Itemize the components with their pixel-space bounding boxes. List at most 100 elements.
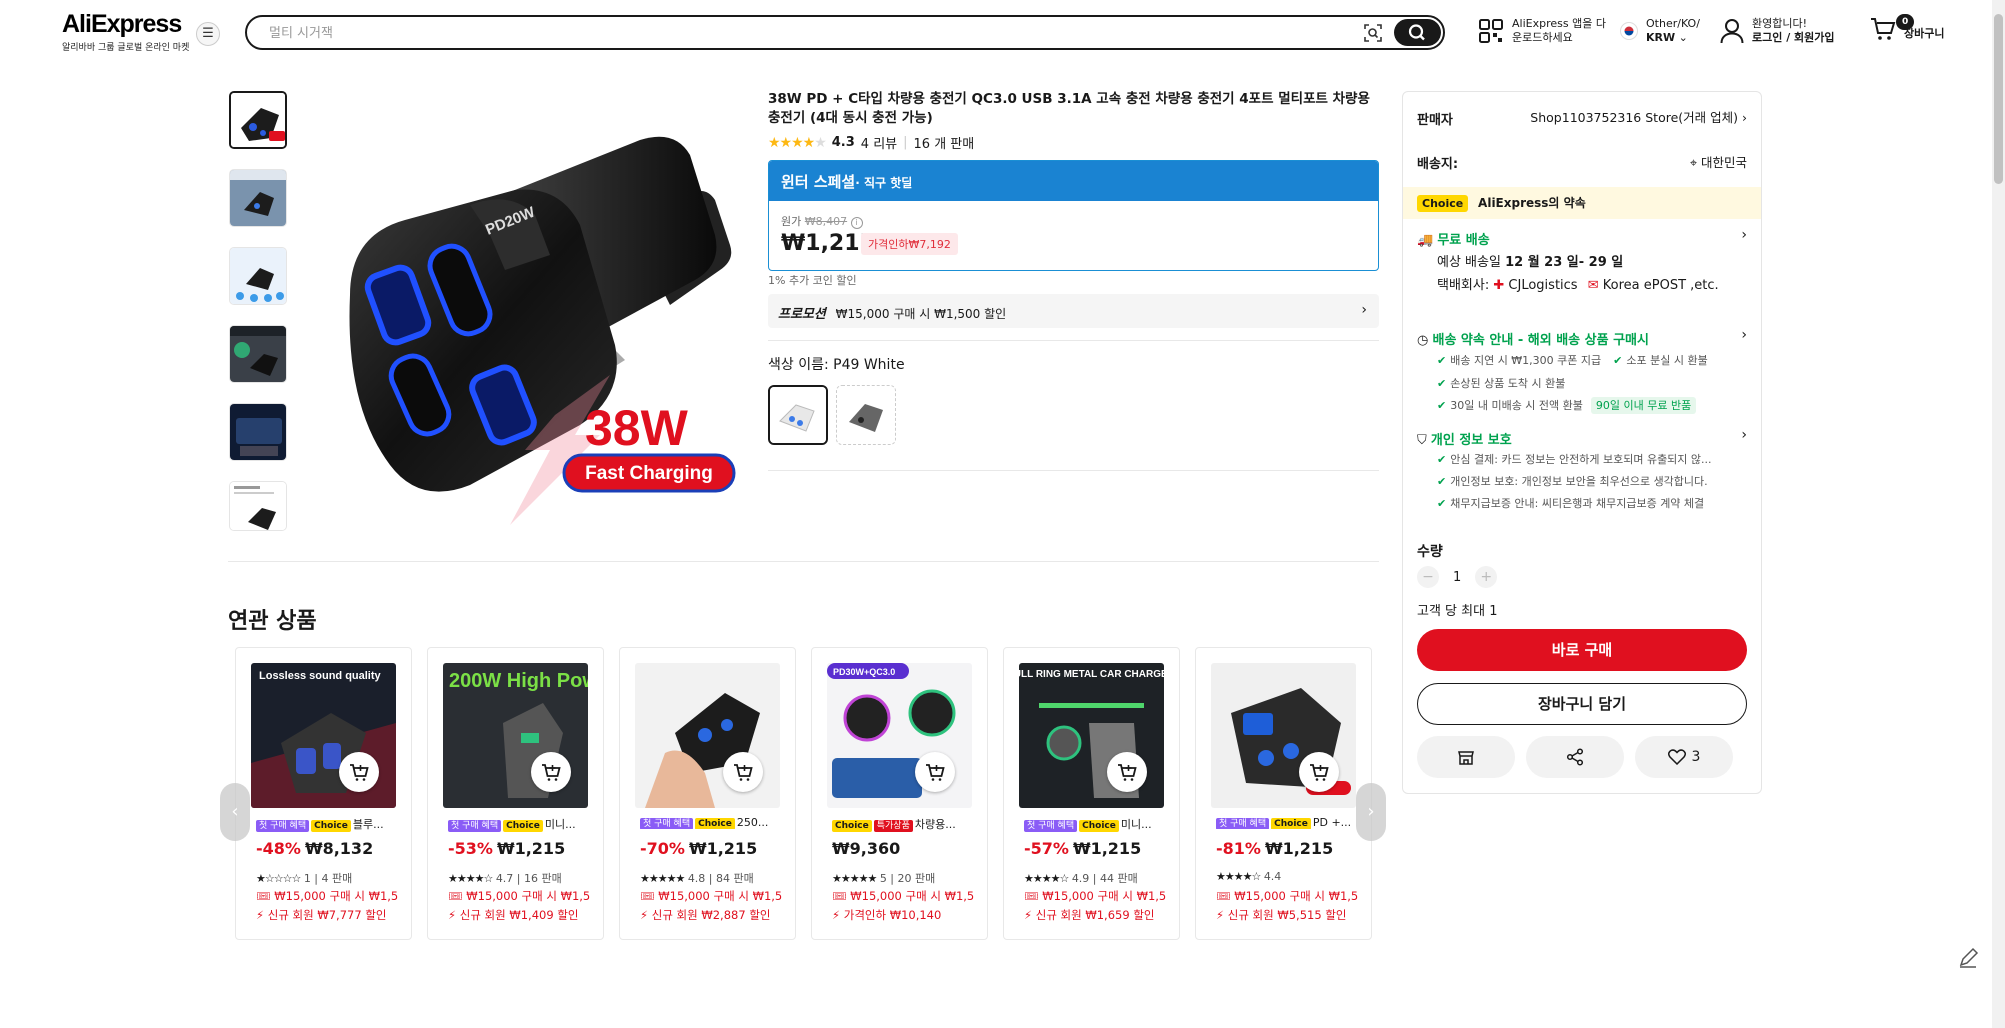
free-shipping-row[interactable]: 🚚 무료 배송	[1417, 229, 1490, 248]
add-to-cart-icon[interactable]	[531, 752, 571, 792]
login-link[interactable]: 로그인 / 회원가입	[1752, 31, 1835, 45]
carrier-2: Korea	[1602, 278, 1640, 293]
card-rating-value: 4.8	[687, 872, 706, 885]
add-to-cart-icon[interactable]	[339, 752, 379, 792]
carousel-next-button[interactable]: ›	[1356, 783, 1386, 841]
add-to-cart-button[interactable]: 장바구니 담기	[1417, 683, 1747, 725]
privacy-item: ✔ 채무지급보증 안내: 씨티은행과 채무지급보증 계약 체결	[1437, 495, 1704, 511]
truck-icon: 🚚	[1417, 233, 1434, 248]
carousel-prev-button[interactable]: ‹	[220, 783, 250, 841]
locale-text: Other/KO/	[1646, 17, 1700, 30]
minus-icon[interactable]: −	[1417, 566, 1439, 588]
card-rating-value: 4.7	[495, 872, 514, 885]
add-to-cart-icon[interactable]	[915, 752, 955, 792]
card-sold: 44 판매	[1100, 872, 1138, 885]
chevron-right-icon: ›	[1361, 302, 1367, 318]
cart-link[interactable]: 0 장바구니	[1870, 14, 1944, 41]
thumbnail-image	[230, 404, 286, 460]
choice-badge: Choice	[695, 818, 735, 829]
card-promo-text: ₩15,000 구매 시 ₩1,5	[850, 889, 975, 903]
chevron-right-icon[interactable]: ›	[1741, 227, 1747, 243]
privacy-row[interactable]: ⛉ 개인 정보 보호	[1417, 429, 1512, 448]
promotion-row[interactable]: 프로모션 ₩15,000 구매 시 ₩1,500 할인 ›	[768, 294, 1379, 328]
divider	[768, 470, 1379, 471]
card-discount-text: 신규 회원 ₩2,887 할인	[651, 908, 771, 922]
related-product-card[interactable]: Lossless sound quality 첫 구매 혜택 Choice 블루..…	[235, 647, 412, 940]
promise-text: 손상된 상품 도착 시 환불	[1450, 377, 1566, 390]
ship-to-country: 대한민국	[1700, 155, 1747, 170]
card-discount-line: ⚡ 가격인하 ₩10,140	[832, 908, 942, 922]
card-badges: 첫 구매 혜택 Choice 블루...	[256, 816, 406, 832]
related-product-card[interactable]: 첫 구매 혜택 Choice PD +... -81% ₩1,215 ★★★★☆ 4.…	[1195, 647, 1372, 940]
add-to-cart-icon[interactable]	[723, 752, 763, 792]
promise-text: 소포 분실 시 환불	[1626, 354, 1708, 367]
product-thumbnail[interactable]	[229, 481, 287, 531]
card-promo-line: 🎟 ₩15,000 구매 시 ₩1,5	[256, 889, 399, 903]
search-input[interactable]	[269, 23, 1349, 43]
product-thumbnail[interactable]	[229, 247, 287, 305]
related-product-card[interactable]: 첫 구매 혜택 Choice 250... -70% ₩1,215 ★★★★★ 4.8…	[619, 647, 796, 940]
seller-label: 판매자	[1417, 113, 1453, 128]
review-count[interactable]: 4 리뷰	[861, 133, 897, 152]
seller-name: Shop1103752316 Store(거래 업체)	[1530, 110, 1739, 125]
star-icons: ★★★★☆	[1216, 870, 1261, 883]
account-menu[interactable]: 환영합니다! 로그인 / 회원가입	[1720, 17, 1835, 45]
card-image-text: PULL RING METAL CAR CHARGER	[1019, 669, 1164, 680]
hot-deal-badge: 특가상품	[873, 820, 913, 832]
image-badge: Fast Charging	[585, 463, 713, 484]
promotion-text: ₩15,000 구매 시 ₩1,500 할인	[835, 307, 1007, 321]
chevron-right-icon[interactable]: ›	[1741, 427, 1747, 443]
locale-selector[interactable]: Other/KO/ KRW ⌄	[1620, 17, 1700, 45]
chevron-right-icon[interactable]: ›	[1741, 327, 1747, 343]
promo-subtitle: · 직구 핫딜	[855, 176, 913, 190]
info-icon[interactable]: i	[850, 217, 863, 229]
plus-icon[interactable]: +	[1475, 566, 1498, 588]
free-shipping-label: 무료 배송	[1437, 233, 1490, 248]
color-swatch-gray[interactable]	[836, 385, 896, 445]
promise-item: ✔ 배송 지연 시 ₩1,300 쿠폰 지급 ✔ 소포 분실 시 환불	[1437, 352, 1708, 368]
card-sold: 4 판매	[321, 872, 353, 885]
product-thumbnail[interactable]	[229, 91, 287, 149]
store-button[interactable]	[1417, 736, 1515, 778]
related-product-card[interactable]: 200W High Power 첫 구매 혜택Choice미니... -53%₩…	[427, 647, 604, 940]
product-thumbnail[interactable]	[229, 325, 287, 383]
card-discount: -57%	[1024, 839, 1069, 858]
seller-link[interactable]: Shop1103752316 Store(거래 업체) ›	[1530, 107, 1747, 126]
card-promo-text: ₩15,000 구매 시 ₩1,5	[274, 889, 399, 903]
card-name: PD +...	[1312, 816, 1352, 829]
product-thumbnail[interactable]	[229, 169, 287, 227]
rating-row[interactable]: ★★★★★ 4.3 4 리뷰 | 16 개 판매	[768, 133, 974, 153]
first-purchase-badge: 첫 구매 혜택	[256, 820, 310, 832]
add-to-cart-icon[interactable]	[1299, 752, 1339, 792]
related-product-card[interactable]: PD30W+QC3.0 Choice 특가상품 차량용... ₩9,360 ★★★★…	[811, 647, 988, 940]
main-product-image[interactable]: PD20W 38W Fast Charging	[310, 105, 750, 545]
aliexpress-logo[interactable]: AliExpress 알리바바 그룹 글로벌 온라인 마켓	[62, 10, 189, 53]
first-purchase-badge: 첫 구매 혜택	[1024, 820, 1078, 832]
privacy-title: 개인 정보 보호	[1430, 433, 1512, 448]
card-badges: Choice 특가상품 차량용...	[832, 816, 982, 832]
star-icons: ★☆☆☆☆	[256, 872, 301, 885]
delivery-promise-row[interactable]: ◷ 배송 약속 안내 - 해외 배송 상품 구매시	[1417, 329, 1649, 348]
feedback-edit-icon[interactable]	[1955, 945, 1981, 971]
card-discount-text: 신규 회원 ₩1,409 할인	[459, 908, 579, 922]
hamburger-menu-icon[interactable]: ☰	[196, 22, 220, 46]
card-rating: ★★★★★ 4.8 | 84 판매	[640, 872, 754, 885]
add-to-cart-icon[interactable]	[1107, 752, 1147, 792]
ship-to-selector[interactable]: ⌖ 대한민국	[1690, 152, 1747, 171]
scrollbar-thumb[interactable]	[1994, 14, 2003, 184]
share-button[interactable]	[1526, 736, 1624, 778]
image-headline: 38W	[585, 400, 689, 456]
color-swatch-white[interactable]	[768, 385, 828, 445]
search-button[interactable]	[1394, 19, 1441, 46]
privacy-text: 안심 결제: 카드 정보는 안전하게 보호되며 유출되지 않...	[1450, 453, 1712, 466]
app-download-link[interactable]: AliExpress 앱을 다 운로드하세요	[1478, 17, 1606, 45]
related-product-card[interactable]: PULL RING METAL CAR CHARGER 첫 구매 혜택Choic…	[1003, 647, 1180, 940]
check-icon: ✔	[1437, 497, 1447, 510]
check-icon: ✔	[1437, 354, 1447, 367]
wishlist-button[interactable]: 3	[1635, 736, 1733, 778]
image-search-icon[interactable]	[1363, 23, 1383, 43]
buy-now-button[interactable]: 바로 구매	[1417, 629, 1747, 671]
product-thumbnail[interactable]	[229, 403, 287, 461]
card-promo-line: 🎟 ₩15,000 구매 시 ₩1,5	[1024, 889, 1167, 903]
promo-header: 윈터 스페셜· 직구 핫딜	[769, 161, 1378, 201]
